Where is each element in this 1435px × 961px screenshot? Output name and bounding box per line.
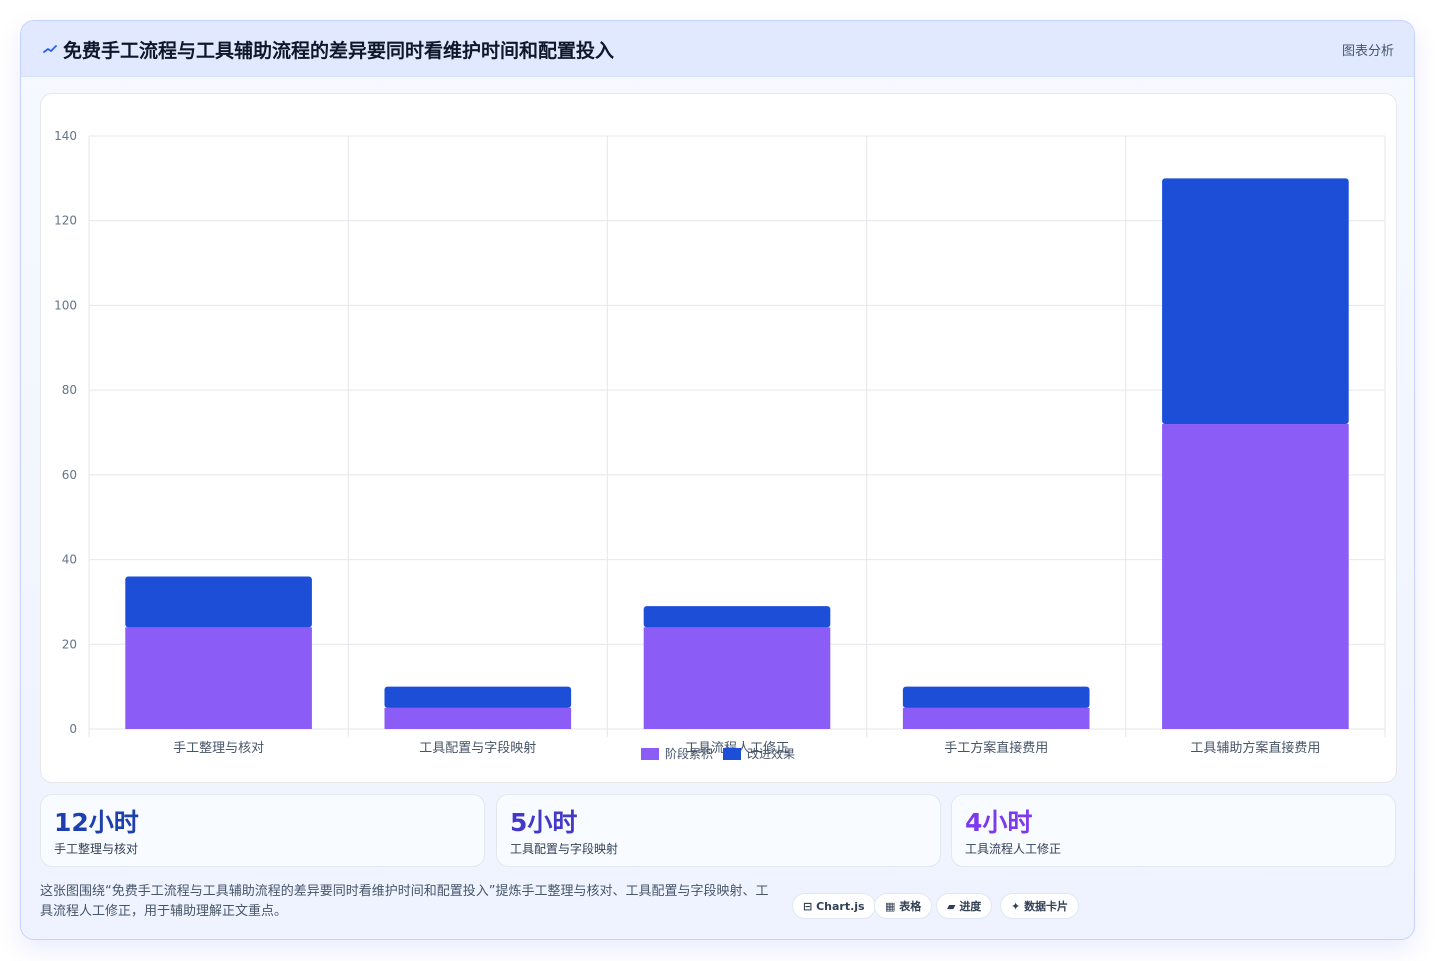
kpi-card-fix: 4小时 工具流程人工修正 [951, 794, 1396, 867]
y-tick-label: 20 [62, 637, 77, 651]
pill-label: 进度 [959, 900, 982, 913]
legend-label: 阶段累积 [665, 746, 713, 761]
bar-segment [384, 707, 572, 729]
pill-label: 数据卡片 [1024, 900, 1069, 913]
sparkle-icon: ✦ [1011, 900, 1021, 913]
chart-description: 这张图围绕“免费手工流程与工具辅助流程的差异要同时看维护时间和配置投入”提炼手工… [40, 884, 769, 919]
bar-segment [125, 576, 312, 628]
y-tick-label: 140 [54, 129, 77, 143]
progress-icon: ▰ [947, 900, 956, 913]
pill-progress[interactable]: ▰ 进度 [936, 893, 993, 919]
legend-label: 改进效果 [747, 746, 795, 761]
x-tick-label: 工具辅助方案直接费用 [1190, 740, 1320, 756]
bar-segment [902, 686, 1090, 708]
bar-segment [384, 686, 572, 708]
kpi-value: 4小时 [965, 808, 1033, 837]
pill-data-card[interactable]: ✦ 数据卡片 [1000, 893, 1080, 919]
y-tick-label: 100 [54, 298, 77, 312]
kpi-card-config: 5小时 工具配置与字段映射 [496, 794, 941, 867]
pill-label: Chart.js [816, 900, 865, 913]
legend-swatch [641, 748, 659, 760]
y-tick-label: 40 [62, 553, 77, 567]
pill-table[interactable]: ▦ 表格 [874, 893, 933, 919]
legend-swatch [723, 748, 741, 760]
x-tick-label: 工具配置与字段映射 [419, 740, 536, 756]
x-tick-label: 手工方案直接费用 [944, 740, 1048, 756]
chart-card: 020406080100120140手工整理与核对工具配置与字段映射工具流程人工… [40, 93, 1397, 783]
chart-panel: 免费手工流程与工具辅助流程的差异要同时看维护时间和配置投入 图表分析 0 20 40… [20, 20, 1415, 940]
page-title: 免费手工流程与工具辅助流程的差异要同时看维护时间和配置投入 [63, 40, 615, 62]
stacked-bar-chart: 020406080100120140手工整理与核对工具配置与字段映射工具流程人工… [54, 129, 1386, 761]
bar-segment [643, 606, 831, 628]
kpi-label: 工具流程人工修正 [965, 842, 1062, 856]
kpi-label: 工具配置与字段映射 [510, 842, 619, 856]
panel-header: 免费手工流程与工具辅助流程的差异要同时看维护时间和配置投入 图表分析 [21, 21, 1414, 77]
kpi-value: 5小时 [510, 808, 578, 837]
bar-segment [1162, 178, 1349, 425]
bar-segment [125, 627, 312, 729]
pill-chartjs[interactable]: ⊟ Chart.js [792, 893, 876, 919]
bar-segment [1162, 424, 1349, 729]
line-chart-icon [43, 45, 57, 53]
chart-icon: ⊟ [803, 900, 813, 913]
table-icon: ▦ [885, 900, 896, 913]
x-tick-label: 手工整理与核对 [173, 741, 264, 756]
bar-segment [643, 627, 831, 729]
y-tick-label: 80 [62, 383, 77, 397]
y-tick-label: 0 [69, 722, 77, 736]
pill-label: 表格 [899, 900, 922, 913]
y-tick-label: 120 [54, 214, 77, 228]
kpi-card-manual: 12小时 手工整理与核对 [40, 794, 485, 867]
analysis-badge: 图表分析 [1341, 44, 1394, 59]
y-tick-label: 60 [62, 468, 77, 482]
bar-segment [902, 707, 1090, 729]
kpi-value: 12小时 [54, 808, 139, 837]
kpi-label: 手工整理与核对 [54, 842, 139, 856]
